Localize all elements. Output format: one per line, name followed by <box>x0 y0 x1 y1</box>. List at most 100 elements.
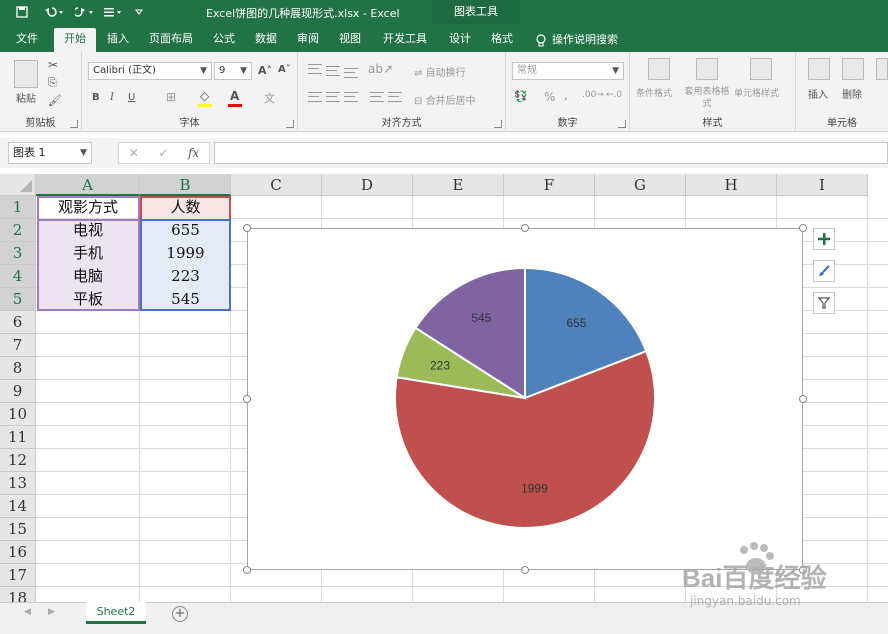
resize-handle-left[interactable] <box>243 395 251 403</box>
tab-developer[interactable]: 开发工具 <box>374 28 436 52</box>
tab-chart-design[interactable]: 设计 <box>442 28 478 52</box>
resize-handle-bottom[interactable] <box>521 566 529 574</box>
row-header-16[interactable]: 16 <box>0 541 36 564</box>
conditional-formatting-icon[interactable] <box>648 58 670 80</box>
tab-data[interactable]: 数据 <box>248 28 284 52</box>
sheet-nav-next-icon[interactable]: ▶ <box>48 607 55 617</box>
tab-review[interactable]: 审阅 <box>290 28 326 52</box>
alignment-launcher-icon[interactable] <box>494 120 502 128</box>
merge-center-button[interactable]: ⊟ 合并后居中 <box>414 92 476 107</box>
table-header-cell[interactable]: 观影方式 <box>36 196 140 219</box>
name-box[interactable]: 图表 1 ▼ <box>8 142 92 164</box>
column-header-e[interactable]: E <box>413 174 504 196</box>
table-cell[interactable]: 223 <box>140 265 231 288</box>
fill-color-icon[interactable]: ◇ <box>200 89 209 103</box>
align-left-icon[interactable] <box>308 92 322 102</box>
pie-chart[interactable]: 655 1999 223 545 <box>247 228 803 570</box>
column-header-d[interactable]: D <box>322 174 413 196</box>
row-header-4[interactable]: 4 <box>0 265 36 288</box>
align-middle-icon[interactable] <box>326 66 340 76</box>
insert-function-button[interactable]: fx <box>188 146 199 160</box>
orientation-icon[interactable]: ab↗ <box>368 62 393 76</box>
format-painter-icon[interactable]: 🖌 <box>48 94 62 107</box>
table-cell[interactable]: 655 <box>140 219 231 242</box>
select-all-button[interactable] <box>0 174 36 196</box>
pie-chart-plot[interactable]: 655 1999 223 545 <box>248 229 804 571</box>
row-header-18[interactable]: 18 <box>0 587 36 602</box>
insert-cells-label[interactable]: 插入 <box>808 86 828 101</box>
increase-indent-icon[interactable] <box>388 92 402 102</box>
row-header-5[interactable]: 5 <box>0 288 36 311</box>
pie-data-label[interactable]: 223 <box>430 358 450 372</box>
undo-icon[interactable] <box>40 3 68 21</box>
sheet-nav-prev-icon[interactable]: ◀ <box>24 607 31 617</box>
number-format-select[interactable]: 常规 ▼ <box>512 62 624 80</box>
tab-formulas[interactable]: 公式 <box>206 28 242 52</box>
format-as-table-label[interactable]: 套用表格格式 <box>682 86 732 110</box>
row-header-3[interactable]: 3 <box>0 242 36 265</box>
paste-icon[interactable] <box>14 60 38 88</box>
row-header-2[interactable]: 2 <box>0 219 36 242</box>
table-header-cell[interactable]: 人数 <box>140 196 231 219</box>
table-cell[interactable]: 手机 <box>36 242 140 265</box>
tab-home[interactable]: 开始 <box>54 28 96 52</box>
row-header-7[interactable]: 7 <box>0 334 36 357</box>
row-header-8[interactable]: 8 <box>0 357 36 380</box>
row-header-14[interactable]: 14 <box>0 495 36 518</box>
resize-handle-top[interactable] <box>521 224 529 232</box>
formula-input[interactable] <box>214 142 888 164</box>
cell-styles-icon[interactable] <box>750 58 772 80</box>
row-header-9[interactable]: 9 <box>0 380 36 403</box>
shrink-font-icon[interactable]: A˅ <box>278 64 291 75</box>
column-header-g[interactable]: G <box>595 174 686 196</box>
font-name-select[interactable]: Calibri (正文) ▼ <box>88 62 212 80</box>
new-sheet-button[interactable]: + <box>172 606 188 622</box>
clipboard-launcher-icon[interactable] <box>70 120 78 128</box>
table-cell[interactable]: 电脑 <box>36 265 140 288</box>
tab-page-layout[interactable]: 页面布局 <box>142 28 200 52</box>
resize-handle-right[interactable] <box>799 395 807 403</box>
redo-icon[interactable] <box>72 3 100 21</box>
enter-icon[interactable]: ✓ <box>158 146 168 160</box>
column-header-i[interactable]: I <box>777 174 868 196</box>
insert-cells-icon[interactable] <box>808 58 830 80</box>
phonetic-icon[interactable]: 文 <box>264 90 275 106</box>
number-launcher-icon[interactable] <box>618 120 626 128</box>
pie-data-label[interactable]: 1999 <box>521 482 548 496</box>
column-header-b[interactable]: B <box>140 174 231 196</box>
bold-button[interactable]: B <box>92 92 100 103</box>
tab-insert[interactable]: 插入 <box>100 28 136 52</box>
row-header-10[interactable]: 10 <box>0 403 36 426</box>
tab-file[interactable]: 文件 <box>8 28 46 52</box>
table-cell[interactable]: 545 <box>140 288 231 311</box>
table-cell[interactable]: 1999 <box>140 242 231 265</box>
comma-style-button[interactable]: , <box>564 88 568 102</box>
conditional-formatting-label[interactable]: 条件格式 <box>636 86 672 99</box>
table-cell[interactable]: 电视 <box>36 219 140 242</box>
resize-handle-top-left[interactable] <box>243 224 251 232</box>
format-cells-icon[interactable] <box>876 58 888 80</box>
wrap-text-button[interactable]: ⇌ 自动换行 <box>414 64 466 79</box>
tell-me-search[interactable]: 操作说明搜索 <box>536 28 636 52</box>
align-top-icon[interactable] <box>308 64 322 74</box>
more-commands-icon[interactable] <box>132 3 146 21</box>
decrease-decimal-icon[interactable]: ←.0 <box>606 90 622 100</box>
resize-handle-bottom-left[interactable] <box>243 566 251 574</box>
increase-decimal-icon[interactable]: .00→ <box>582 90 604 100</box>
tab-chart-format[interactable]: 格式 <box>484 28 520 52</box>
delete-cells-label[interactable]: 删除 <box>842 86 862 101</box>
format-as-table-icon[interactable] <box>696 58 718 80</box>
italic-button[interactable]: I <box>110 92 114 103</box>
pie-data-label[interactable]: 655 <box>566 316 586 330</box>
align-center-icon[interactable] <box>326 92 340 102</box>
column-header-a[interactable]: A <box>36 174 140 196</box>
row-header-17[interactable]: 17 <box>0 564 36 587</box>
column-header-f[interactable]: F <box>504 174 595 196</box>
accounting-format-icon[interactable]: 💱 <box>514 90 528 103</box>
row-header-1[interactable]: 1 <box>0 196 36 219</box>
align-bottom-icon[interactable] <box>344 68 358 78</box>
column-header-h[interactable]: H <box>686 174 777 196</box>
row-header-15[interactable]: 15 <box>0 518 36 541</box>
cut-icon[interactable]: ✂ <box>48 58 58 72</box>
resize-handle-top-right[interactable] <box>799 224 807 232</box>
